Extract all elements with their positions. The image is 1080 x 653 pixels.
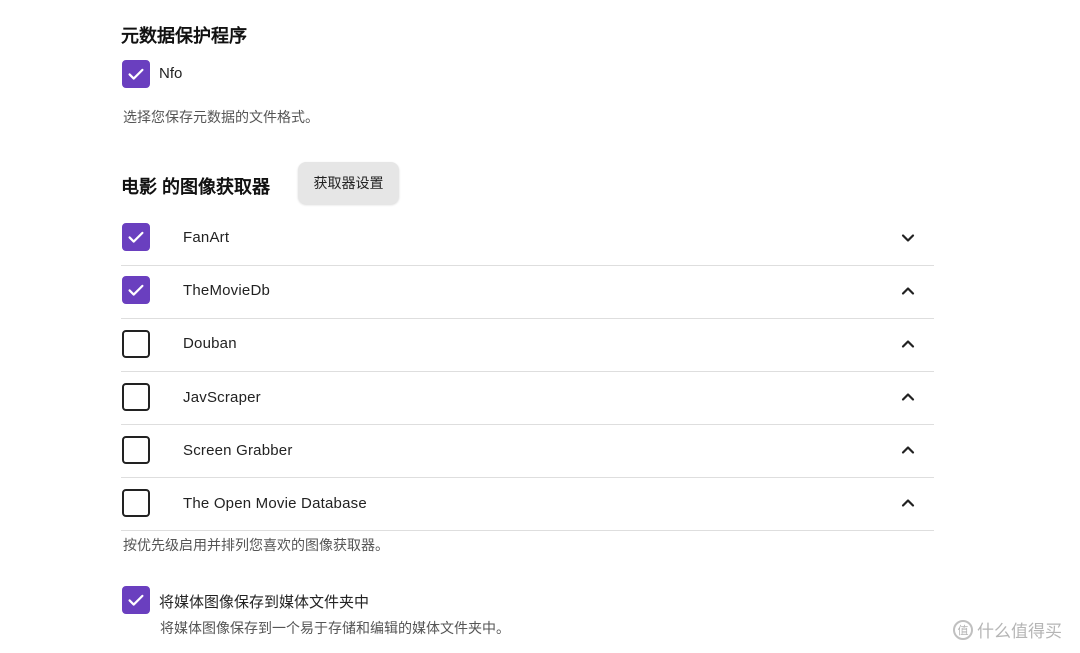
- image-fetchers-helper: 按优先级启用并排列您喜欢的图像获取器。: [123, 537, 389, 553]
- image-fetchers-title: 电影 的图像获取器: [121, 177, 271, 197]
- row-divider: [121, 424, 934, 425]
- check-icon: [128, 594, 144, 606]
- watermark-logo-icon: 值: [953, 619, 973, 640]
- fetcher-label-javscraper: JavScraper: [183, 389, 261, 406]
- fetcher-label-fanart: FanArt: [183, 229, 230, 246]
- fetcher-label-themoviedb: TheMovieDb: [183, 282, 271, 299]
- row-divider: [121, 371, 934, 372]
- check-icon: [128, 284, 144, 296]
- fetcher-checkbox-fanart[interactable]: [122, 223, 150, 251]
- fetcher-checkbox-javscraper[interactable]: [122, 383, 150, 411]
- fetcher-checkbox-omdb[interactable]: [122, 489, 150, 517]
- chevron-up-icon[interactable]: [898, 493, 918, 513]
- watermark-text: 什么值得买: [977, 622, 1062, 641]
- save-to-media-folder-description: 将媒体图像保存到一个易于存储和编辑的媒体文件夹中。: [160, 620, 510, 636]
- chevron-up-icon[interactable]: [898, 387, 918, 407]
- watermark: 值 什么值得买: [953, 617, 1062, 642]
- chevron-down-icon[interactable]: [898, 228, 918, 248]
- metadata-savers-helper: 选择您保存元数据的文件格式。: [123, 109, 319, 125]
- chevron-up-icon[interactable]: [898, 281, 918, 301]
- row-divider: [121, 530, 934, 531]
- row-divider: [121, 265, 934, 266]
- check-icon: [128, 231, 144, 243]
- save-to-media-folder-label[interactable]: 将媒体图像保存到媒体文件夹中: [159, 591, 369, 612]
- chevron-up-icon[interactable]: [898, 440, 918, 460]
- save-to-media-folder-checkbox[interactable]: [122, 586, 150, 614]
- check-icon: [128, 68, 144, 80]
- metadata-savers-title: 元数据保护程序: [121, 26, 247, 46]
- fetcher-settings-button[interactable]: 获取器设置: [298, 162, 399, 204]
- fetcher-label-omdb: The Open Movie Database: [183, 495, 367, 512]
- fetcher-checkbox-douban[interactable]: [122, 330, 150, 358]
- fetcher-checkbox-screen-grabber[interactable]: [122, 436, 150, 464]
- fetcher-label-douban: Douban: [183, 335, 237, 352]
- nfo-checkbox[interactable]: [122, 60, 150, 88]
- fetcher-label-screen-grabber: Screen Grabber: [183, 442, 293, 459]
- nfo-label[interactable]: Nfo: [159, 65, 182, 82]
- fetcher-checkbox-themoviedb[interactable]: [122, 276, 150, 304]
- row-divider: [121, 477, 934, 478]
- row-divider: [121, 318, 934, 319]
- chevron-up-icon[interactable]: [898, 334, 918, 354]
